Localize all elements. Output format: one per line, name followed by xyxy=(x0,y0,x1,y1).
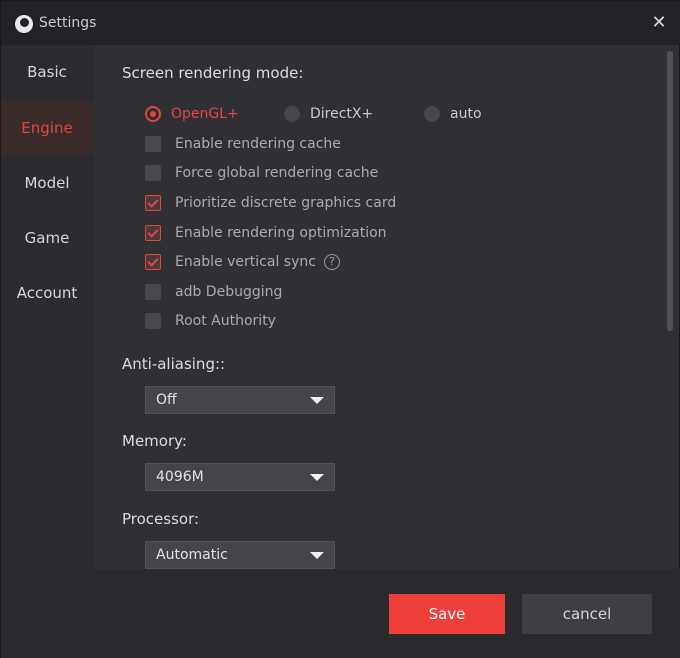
app-logo-icon xyxy=(15,15,33,33)
checkbox-label: Enable vertical sync xyxy=(175,254,316,270)
sidebar-item-account[interactable]: Account xyxy=(1,266,93,320)
checkbox-box xyxy=(145,284,161,300)
title-bar: Settings ✕ xyxy=(1,1,680,45)
select-value: 4096M xyxy=(156,469,204,485)
checkbox-prioritize-discrete-gpu[interactable]: Prioritize discrete graphics card xyxy=(145,193,396,213)
checkbox-label: Enable rendering optimization xyxy=(175,225,387,241)
settings-window: Settings ✕ Basic Engine Model Game Accou… xyxy=(0,0,680,658)
content-scrollbar[interactable] xyxy=(667,51,673,331)
radio-dot xyxy=(284,106,300,122)
chevron-down-icon xyxy=(310,474,324,481)
checkbox-force-global-rendering-cache[interactable]: Force global rendering cache xyxy=(145,163,378,183)
save-button[interactable]: Save xyxy=(389,594,505,634)
checkbox-box-checked xyxy=(145,254,161,270)
dialog-footer: Save cancel xyxy=(1,569,680,658)
sidebar-item-engine[interactable]: Engine xyxy=(1,101,93,155)
sidebar-item-basic[interactable]: Basic xyxy=(1,45,93,99)
checkbox-box xyxy=(145,136,161,152)
memory-label: Memory: xyxy=(122,432,187,450)
checkbox-adb-debugging[interactable]: adb Debugging xyxy=(145,282,282,302)
engine-settings-panel: Screen rendering mode: OpenGL+ DirectX+ … xyxy=(93,45,680,569)
settings-sidebar: Basic Engine Model Game Account xyxy=(1,45,93,569)
anti-aliasing-label: Anti-aliasing:: xyxy=(122,355,226,373)
memory-select[interactable]: 4096M xyxy=(145,463,335,491)
radio-opengl[interactable]: OpenGL+ xyxy=(145,104,239,124)
checkbox-box xyxy=(145,165,161,181)
window-title: Settings xyxy=(39,15,97,31)
select-value: Automatic xyxy=(156,547,228,563)
select-value: Off xyxy=(156,392,177,408)
chevron-down-icon xyxy=(310,552,324,559)
checkbox-root-authority[interactable]: Root Authority xyxy=(145,311,276,331)
chevron-down-icon xyxy=(310,397,324,404)
checkbox-box xyxy=(145,313,161,329)
radio-dot-selected xyxy=(145,106,161,122)
processor-label: Processor: xyxy=(122,510,200,528)
radio-directx[interactable]: DirectX+ xyxy=(284,104,373,124)
radio-label: OpenGL+ xyxy=(171,106,239,122)
radio-label: DirectX+ xyxy=(310,106,374,122)
cancel-button[interactable]: cancel xyxy=(522,594,652,634)
question-icon[interactable]: ? xyxy=(323,254,340,270)
checkbox-box-checked xyxy=(145,195,161,211)
checkbox-label: Enable rendering cache xyxy=(175,136,341,152)
radio-dot xyxy=(424,106,440,122)
checkbox-box-checked xyxy=(145,225,161,241)
checkbox-enable-vertical-sync[interactable]: Enable vertical sync ? xyxy=(145,252,340,272)
processor-select[interactable]: Automatic xyxy=(145,541,335,569)
sidebar-item-game[interactable]: Game xyxy=(1,211,93,265)
rendering-mode-label: Screen rendering mode: xyxy=(122,64,304,82)
checkbox-label: Root Authority xyxy=(175,313,276,329)
radio-label: auto xyxy=(450,106,482,122)
checkbox-enable-rendering-optimization[interactable]: Enable rendering optimization xyxy=(145,223,387,243)
anti-aliasing-select[interactable]: Off xyxy=(145,386,335,414)
checkbox-label: adb Debugging xyxy=(175,284,283,300)
close-icon[interactable]: ✕ xyxy=(649,13,669,33)
radio-auto[interactable]: auto xyxy=(424,104,482,124)
checkbox-label: Force global rendering cache xyxy=(175,165,379,181)
sidebar-item-model[interactable]: Model xyxy=(1,156,93,210)
checkbox-label: Prioritize discrete graphics card xyxy=(175,195,397,211)
checkbox-enable-rendering-cache[interactable]: Enable rendering cache xyxy=(145,134,341,154)
